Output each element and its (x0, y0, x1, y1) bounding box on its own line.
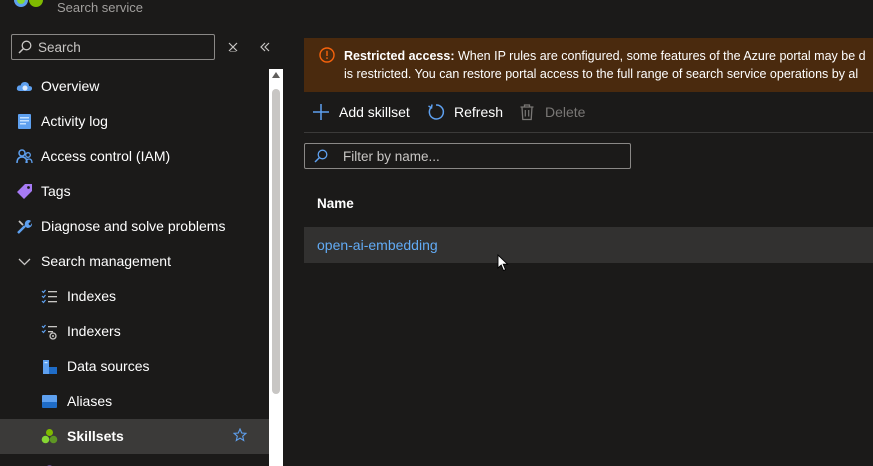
delete-button[interactable]: Delete (518, 101, 585, 123)
refresh-label: Refresh (454, 104, 504, 120)
delete-label: Delete (545, 104, 586, 120)
add-skillset-label: Add skillset (339, 104, 410, 120)
filter-box[interactable] (304, 143, 631, 169)
sidebar-item-activity-log[interactable]: Activity log (0, 104, 269, 139)
chevron-down-icon (18, 258, 31, 266)
sidebar-item-label: Indexers (67, 323, 121, 339)
refresh-icon (428, 104, 445, 120)
overview-cloud-icon (16, 81, 33, 91)
trash-icon (520, 104, 534, 121)
sidebar-item-partial (0, 454, 269, 466)
sidebar-item-access-control[interactable]: Access control (IAM) (0, 139, 269, 174)
banner-line-2: is restricted. You can restore portal ac… (344, 67, 859, 81)
sidebar-search[interactable] (11, 34, 215, 60)
activity-log-icon (18, 114, 31, 129)
filter-by-name-input[interactable] (343, 146, 623, 166)
command-bar: Add skillset Refresh Delete (304, 96, 873, 133)
close-icon (228, 42, 238, 53)
sidebar-item-label: Indexes (67, 288, 117, 304)
indexes-list-icon (41, 289, 57, 304)
sidebar: Search service Overview (0, 0, 283, 466)
table-row[interactable]: open-ai-embedding (304, 227, 873, 263)
service-type-label: Search service (57, 0, 143, 15)
warning-icon (319, 47, 335, 63)
tag-icon (17, 184, 32, 199)
sidebar-item-label: Activity log (41, 113, 108, 129)
sidebar-item-tags[interactable]: Tags (0, 174, 269, 209)
sidebar-item-label: Data sources (67, 358, 150, 374)
refresh-button[interactable]: Refresh (427, 101, 503, 123)
sidebar-item-label: Tags (41, 183, 71, 199)
search-icon (18, 40, 32, 54)
search-service-logo-icon (14, 0, 43, 7)
main-content: Restricted access: When IP rules are con… (283, 0, 873, 466)
search-icon (314, 149, 328, 163)
sidebar-item-label: Overview (41, 78, 100, 94)
data-sources-icon (43, 360, 57, 374)
sidebar-item-indexes[interactable]: Indexes (0, 279, 269, 314)
sidebar-item-diagnose[interactable]: Diagnose and solve problems (0, 209, 269, 244)
sidebar-group-label: Search management (41, 253, 171, 269)
banner-title: Restricted access: (344, 49, 455, 63)
sidebar-item-skillsets[interactable]: Skillsets (0, 419, 269, 454)
clear-search-button[interactable] (225, 38, 241, 56)
sidebar-item-aliases[interactable]: Aliases (0, 384, 269, 419)
banner-line-1: When IP rules are configured, some featu… (457, 49, 866, 63)
sidebar-item-indexers[interactable]: Indexers (0, 314, 269, 349)
add-skillset-button[interactable]: Add skillset (312, 101, 410, 123)
scroll-thumb[interactable] (272, 89, 280, 394)
sidebar-scrollbar[interactable] (269, 69, 283, 466)
column-header-name[interactable]: Name (317, 196, 354, 211)
aliases-icon (42, 395, 57, 408)
mouse-cursor-icon (497, 254, 509, 272)
sidebar-item-label: Diagnose and solve problems (41, 218, 226, 234)
sidebar-item-label: Access control (IAM) (41, 148, 171, 164)
sidebar-item-label: Skillsets (67, 428, 124, 444)
sidebar-nav: Overview Activity log Access control (IA… (0, 69, 269, 466)
sidebar-item-label: Aliases (67, 393, 113, 409)
skillsets-icon (41, 429, 58, 444)
sidebar-search-input[interactable] (38, 37, 208, 57)
sidebar-group-search-management[interactable]: Search management (0, 244, 269, 279)
sidebar-item-data-sources[interactable]: Data sources (0, 349, 269, 384)
indexers-icon (41, 324, 57, 340)
collapse-sidebar-button[interactable] (257, 38, 273, 56)
banner-text: Restricted access: When IP rules are con… (344, 47, 873, 83)
brand-header: Search service (0, 0, 283, 18)
sidebar-item-overview[interactable]: Overview (0, 69, 269, 104)
plus-icon (313, 104, 329, 120)
people-icon (16, 149, 33, 164)
restricted-access-banner: Restricted access: When IP rules are con… (304, 38, 873, 92)
double-chevron-left-icon (260, 42, 270, 52)
skillset-link[interactable]: open-ai-embedding (317, 237, 438, 253)
wrench-icon (17, 219, 33, 234)
scroll-up-arrow-icon[interactable] (272, 72, 280, 78)
star-favorite-icon[interactable] (233, 428, 247, 442)
toolbar-divider (304, 132, 873, 133)
